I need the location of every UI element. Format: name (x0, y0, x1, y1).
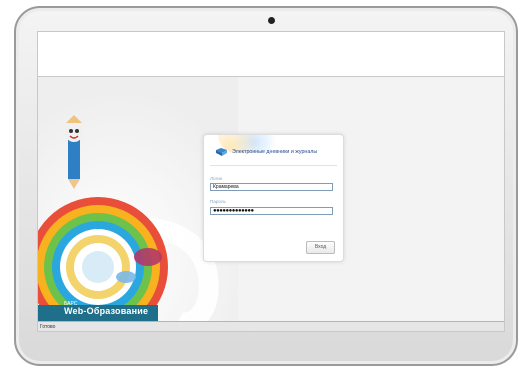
password-input[interactable]: ●●●●●●●●●●●●● (210, 207, 333, 215)
browser-top-area (38, 32, 504, 77)
header-divider (210, 165, 337, 166)
browser-screen: БАРС Web-Образование Электронные дневник… (37, 31, 505, 332)
submit-button[interactable]: Вход (306, 241, 335, 254)
password-label: Пароль (210, 199, 226, 204)
login-header-title: Электронные дневники и журналы (232, 149, 318, 155)
logo-product: Web-Образование (64, 306, 149, 316)
status-text: Готово (40, 324, 56, 330)
camera-icon (268, 17, 275, 24)
page-content: БАРС Web-Образование Электронные дневник… (38, 77, 504, 321)
login-label: Логин (210, 176, 223, 181)
login-panel: Электронные дневники и журналы Логин Кра… (203, 134, 344, 262)
book-icon (216, 148, 227, 156)
login-input[interactable]: Крамарева (210, 183, 333, 191)
status-bar: Готово (38, 321, 504, 331)
